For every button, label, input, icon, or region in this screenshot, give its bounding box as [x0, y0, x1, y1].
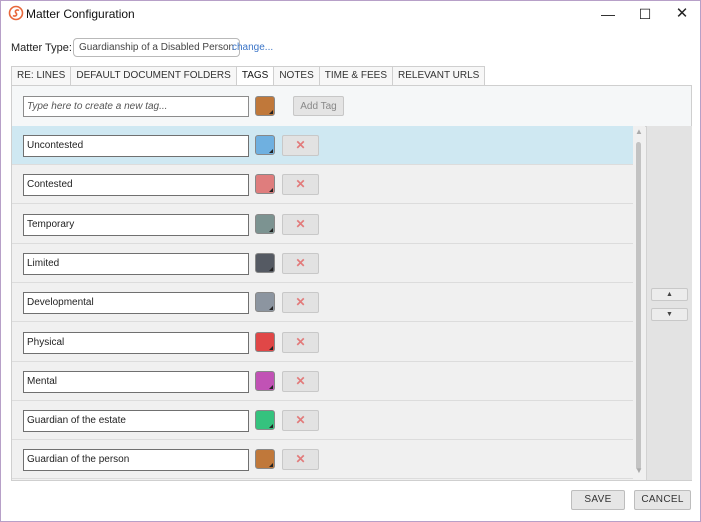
reorder-column: ▲ ▼	[646, 126, 692, 480]
tab-notes[interactable]: NOTES	[273, 66, 319, 86]
delete-tag-button[interactable]: ✕	[282, 252, 319, 274]
new-tag-bar: Type here to create a new tag... Add Tag	[12, 86, 691, 127]
tab-time-fees[interactable]: TIME & FEES	[318, 66, 392, 86]
delete-icon: ✕	[295, 334, 306, 349]
tag-row[interactable]: Physical ✕	[12, 322, 637, 362]
tag-name-input[interactable]: Mental	[23, 370, 249, 393]
delete-icon: ✕	[295, 413, 306, 428]
change-matter-type-link[interactable]: change...	[232, 42, 273, 53]
matter-configuration-window: Matter Configuration — ☐ ✕ Matter Type: …	[0, 0, 701, 522]
close-window-button[interactable]: ✕	[665, 1, 699, 27]
minimize-button[interactable]: —	[591, 1, 625, 27]
tag-name-input[interactable]: Temporary	[23, 213, 249, 236]
cancel-button[interactable]: CANCEL	[634, 490, 691, 510]
delete-tag-button[interactable]: ✕	[282, 292, 319, 314]
tag-color-picker[interactable]	[255, 252, 275, 273]
tag-color-picker[interactable]	[255, 449, 275, 470]
delete-tag-button[interactable]: ✕	[282, 135, 319, 156]
tag-row[interactable]: Mental ✕	[12, 361, 637, 401]
title-bar: Matter Configuration — ☐ ✕	[1, 1, 700, 29]
scroll-thumb[interactable]	[636, 142, 641, 470]
tag-color-picker[interactable]	[255, 135, 275, 155]
tag-row[interactable]: Temporary ✕	[12, 204, 637, 244]
delete-tag-button[interactable]: ✕	[282, 213, 319, 235]
new-tag-color-picker[interactable]	[255, 96, 275, 116]
move-tag-up-button[interactable]: ▲	[651, 288, 688, 301]
tag-color-picker[interactable]	[255, 370, 275, 391]
tab-re-lines[interactable]: RE: LINES	[11, 66, 71, 86]
tag-row[interactable]: Limited ✕	[12, 243, 637, 283]
delete-tag-button[interactable]: ✕	[282, 370, 319, 392]
tag-name-input[interactable]: Guardian of the estate	[23, 410, 249, 433]
delete-icon: ✕	[295, 452, 306, 467]
delete-icon: ✕	[295, 255, 306, 270]
window-title: Matter Configuration	[26, 7, 135, 21]
scroll-up-icon[interactable]: ▲	[635, 127, 643, 136]
maximize-button[interactable]: ☐	[628, 1, 662, 27]
tag-name-input[interactable]: Physical	[23, 331, 249, 354]
tag-color-picker[interactable]	[255, 292, 275, 313]
tag-row[interactable]: Developmental ✕	[12, 283, 637, 323]
tab-relevant-urls[interactable]: RELEVANT URLS	[392, 66, 486, 86]
delete-icon: ✕	[295, 295, 306, 310]
tag-row[interactable]: Contested ✕	[12, 165, 637, 205]
delete-tag-button[interactable]: ✕	[282, 174, 319, 196]
tag-row[interactable]: Guardian of the estate ✕	[12, 401, 637, 441]
new-tag-input[interactable]: Type here to create a new tag...	[23, 96, 249, 117]
matter-type-value: Guardianship of a Disabled Person	[73, 38, 241, 57]
save-button[interactable]: SAVE	[571, 490, 625, 510]
scroll-down-icon[interactable]: ▼	[635, 466, 643, 475]
tag-row[interactable]: Uncontested ✕	[12, 126, 637, 165]
matter-type-label: Matter Type:	[11, 42, 72, 54]
delete-icon: ✕	[295, 138, 306, 152]
tag-list: Uncontested ✕ Contested ✕ Temporary ✕ Limited ✕…	[12, 126, 637, 480]
tab-tags[interactable]: TAGS	[235, 66, 274, 86]
delete-tag-button[interactable]: ✕	[282, 331, 319, 353]
delete-tag-button[interactable]: ✕	[282, 449, 319, 471]
tag-color-picker[interactable]	[255, 331, 275, 352]
delete-icon: ✕	[295, 216, 306, 231]
delete-tag-button[interactable]: ✕	[282, 410, 319, 432]
tag-color-picker[interactable]	[255, 174, 275, 195]
app-logo-icon	[8, 5, 24, 21]
delete-icon: ✕	[295, 177, 306, 192]
tag-list-scrollbar[interactable]: ▲ ▼	[633, 126, 645, 480]
tag-name-input[interactable]: Developmental	[23, 292, 249, 315]
tab-bar: RE: LINES DEFAULT DOCUMENT FOLDERS TAGS NOT…	[11, 66, 486, 86]
tag-name-input[interactable]: Uncontested	[23, 135, 249, 157]
tags-panel: Type here to create a new tag... Add Tag…	[11, 85, 692, 481]
tag-color-picker[interactable]	[255, 410, 275, 431]
tag-row[interactable]: Guardian of the person ✕	[12, 440, 637, 480]
tag-name-input[interactable]: Contested	[23, 174, 249, 197]
delete-icon: ✕	[295, 373, 306, 388]
tab-default-document-folders[interactable]: DEFAULT DOCUMENT FOLDERS	[70, 66, 236, 86]
tag-name-input[interactable]: Limited	[23, 252, 249, 275]
tag-name-input[interactable]: Guardian of the person	[23, 449, 249, 472]
move-tag-down-button[interactable]: ▼	[651, 308, 688, 321]
add-tag-button[interactable]: Add Tag	[293, 96, 344, 116]
tag-color-picker[interactable]	[255, 213, 275, 234]
